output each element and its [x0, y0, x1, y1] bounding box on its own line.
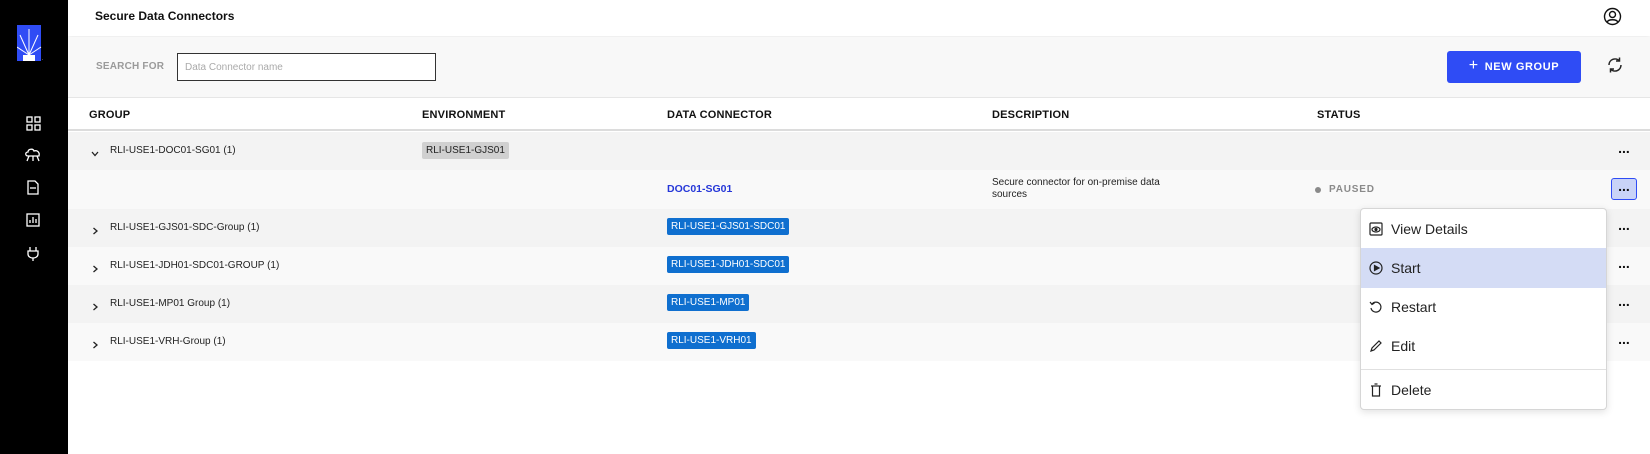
environment-tag: RLI-USE1-GJS01: [422, 142, 509, 159]
menu-item-label: Start: [1391, 260, 1421, 276]
status-dot: [1315, 186, 1321, 193]
menu-item-edit[interactable]: Edit: [1361, 326, 1606, 366]
plus-icon: +: [1468, 57, 1479, 74]
row-actions-button[interactable]: ...: [1611, 140, 1637, 162]
connector-link[interactable]: DOC01-SG01: [667, 183, 732, 195]
document-icon[interactable]: [24, 178, 42, 196]
column-header-group[interactable]: GROUP: [89, 109, 130, 121]
company-logo: TM: [16, 25, 48, 63]
connector-tag[interactable]: RLI-USE1-VRH01: [667, 332, 756, 349]
row-actions-button[interactable]: ...: [1611, 217, 1637, 239]
menu-item-label: Delete: [1391, 382, 1432, 398]
column-header-data-connector[interactable]: DATA CONNECTOR: [667, 109, 772, 121]
menu-item-start[interactable]: Start: [1361, 248, 1606, 288]
row-actions-button[interactable]: ...: [1611, 293, 1637, 315]
more-horizontal-icon: ...: [1618, 331, 1630, 347]
more-horizontal-icon: ...: [1618, 178, 1630, 194]
restart-icon: [1369, 300, 1383, 314]
menu-item-restart[interactable]: Restart: [1361, 287, 1606, 327]
refresh-icon[interactable]: [1606, 56, 1624, 74]
trash-icon: [1369, 383, 1383, 397]
group-name: RLI-USE1-DOC01-SG01 (1): [110, 145, 236, 156]
search-label: SEARCH FOR: [96, 61, 165, 72]
new-group-label: NEW GROUP: [1484, 61, 1560, 73]
toolbar: SEARCH FOR + NEW GROUP: [68, 37, 1650, 98]
menu-item-label: Restart: [1391, 299, 1437, 315]
row-actions-menu: View Details Start Restart Edit Delete: [1360, 208, 1607, 410]
menu-item-view-details[interactable]: View Details: [1361, 209, 1606, 249]
group-name: RLI-USE1-MP01 Group (1): [110, 298, 231, 309]
connector-tag[interactable]: RLI-USE1-JDH01-SDC01: [667, 256, 790, 273]
pencil-icon: [1369, 339, 1383, 353]
cloud-network-icon[interactable]: [24, 146, 42, 164]
connector-tag[interactable]: RLI-USE1-MP01: [667, 294, 750, 311]
view-icon: [1369, 222, 1383, 236]
menu-item-delete[interactable]: Delete: [1361, 370, 1606, 410]
more-horizontal-icon: ...: [1618, 217, 1630, 233]
menu-item-label: View Details: [1391, 221, 1468, 237]
status-text: PAUSED: [1329, 184, 1375, 195]
chevron-right-icon[interactable]: [90, 337, 100, 349]
chevron-right-icon[interactable]: [90, 261, 100, 273]
connector-tag[interactable]: RLI-USE1-GJS01-SDC01: [667, 218, 790, 235]
table-row[interactable]: RLI-USE1-DOC01-SG01 (1) RLI-USE1-GJS01 .…: [68, 132, 1650, 170]
svg-text:TM: TM: [42, 58, 43, 63]
group-name: RLI-USE1-JDH01-SDC01-GROUP (1): [110, 260, 280, 271]
chevron-down-icon[interactable]: [90, 146, 100, 157]
play-icon: [1369, 261, 1383, 275]
chevron-right-icon[interactable]: [90, 223, 100, 235]
group-name: RLI-USE1-VRH-Group (1): [110, 336, 226, 347]
plug-icon[interactable]: [24, 245, 42, 263]
table-header: GROUP ENVIRONMENT DATA CONNECTOR DESCRIP…: [68, 99, 1650, 131]
user-account-icon[interactable]: [1603, 7, 1622, 26]
new-group-button[interactable]: + NEW GROUP: [1447, 51, 1581, 83]
menu-item-label: Edit: [1391, 338, 1416, 354]
dashboard-icon[interactable]: [24, 114, 42, 132]
chevron-right-icon[interactable]: [90, 299, 100, 311]
top-bar: Secure Data Connectors: [68, 0, 1650, 36]
column-header-status[interactable]: STATUS: [1317, 109, 1361, 121]
row-actions-button[interactable]: ...: [1611, 178, 1637, 200]
column-header-description[interactable]: DESCRIPTION: [992, 109, 1069, 121]
connector-description: Secure connector for on-premise data sou…: [992, 177, 1160, 200]
search-input[interactable]: [177, 53, 436, 81]
more-horizontal-icon: ...: [1618, 140, 1630, 156]
row-actions-button[interactable]: ...: [1611, 255, 1637, 277]
report-chart-icon[interactable]: [24, 211, 42, 229]
sidebar: TM: [0, 0, 68, 454]
group-name: RLI-USE1-GJS01-SDC-Group (1): [110, 222, 260, 233]
page-title: Secure Data Connectors: [95, 9, 235, 23]
column-header-environment[interactable]: ENVIRONMENT: [422, 109, 505, 121]
more-horizontal-icon: ...: [1618, 293, 1630, 309]
row-actions-button[interactable]: ...: [1611, 331, 1637, 353]
table-row[interactable]: DOC01-SG01 Secure connector for on-premi…: [68, 170, 1650, 209]
more-horizontal-icon: ...: [1618, 255, 1630, 271]
status-badge: PAUSED: [1315, 184, 1375, 195]
